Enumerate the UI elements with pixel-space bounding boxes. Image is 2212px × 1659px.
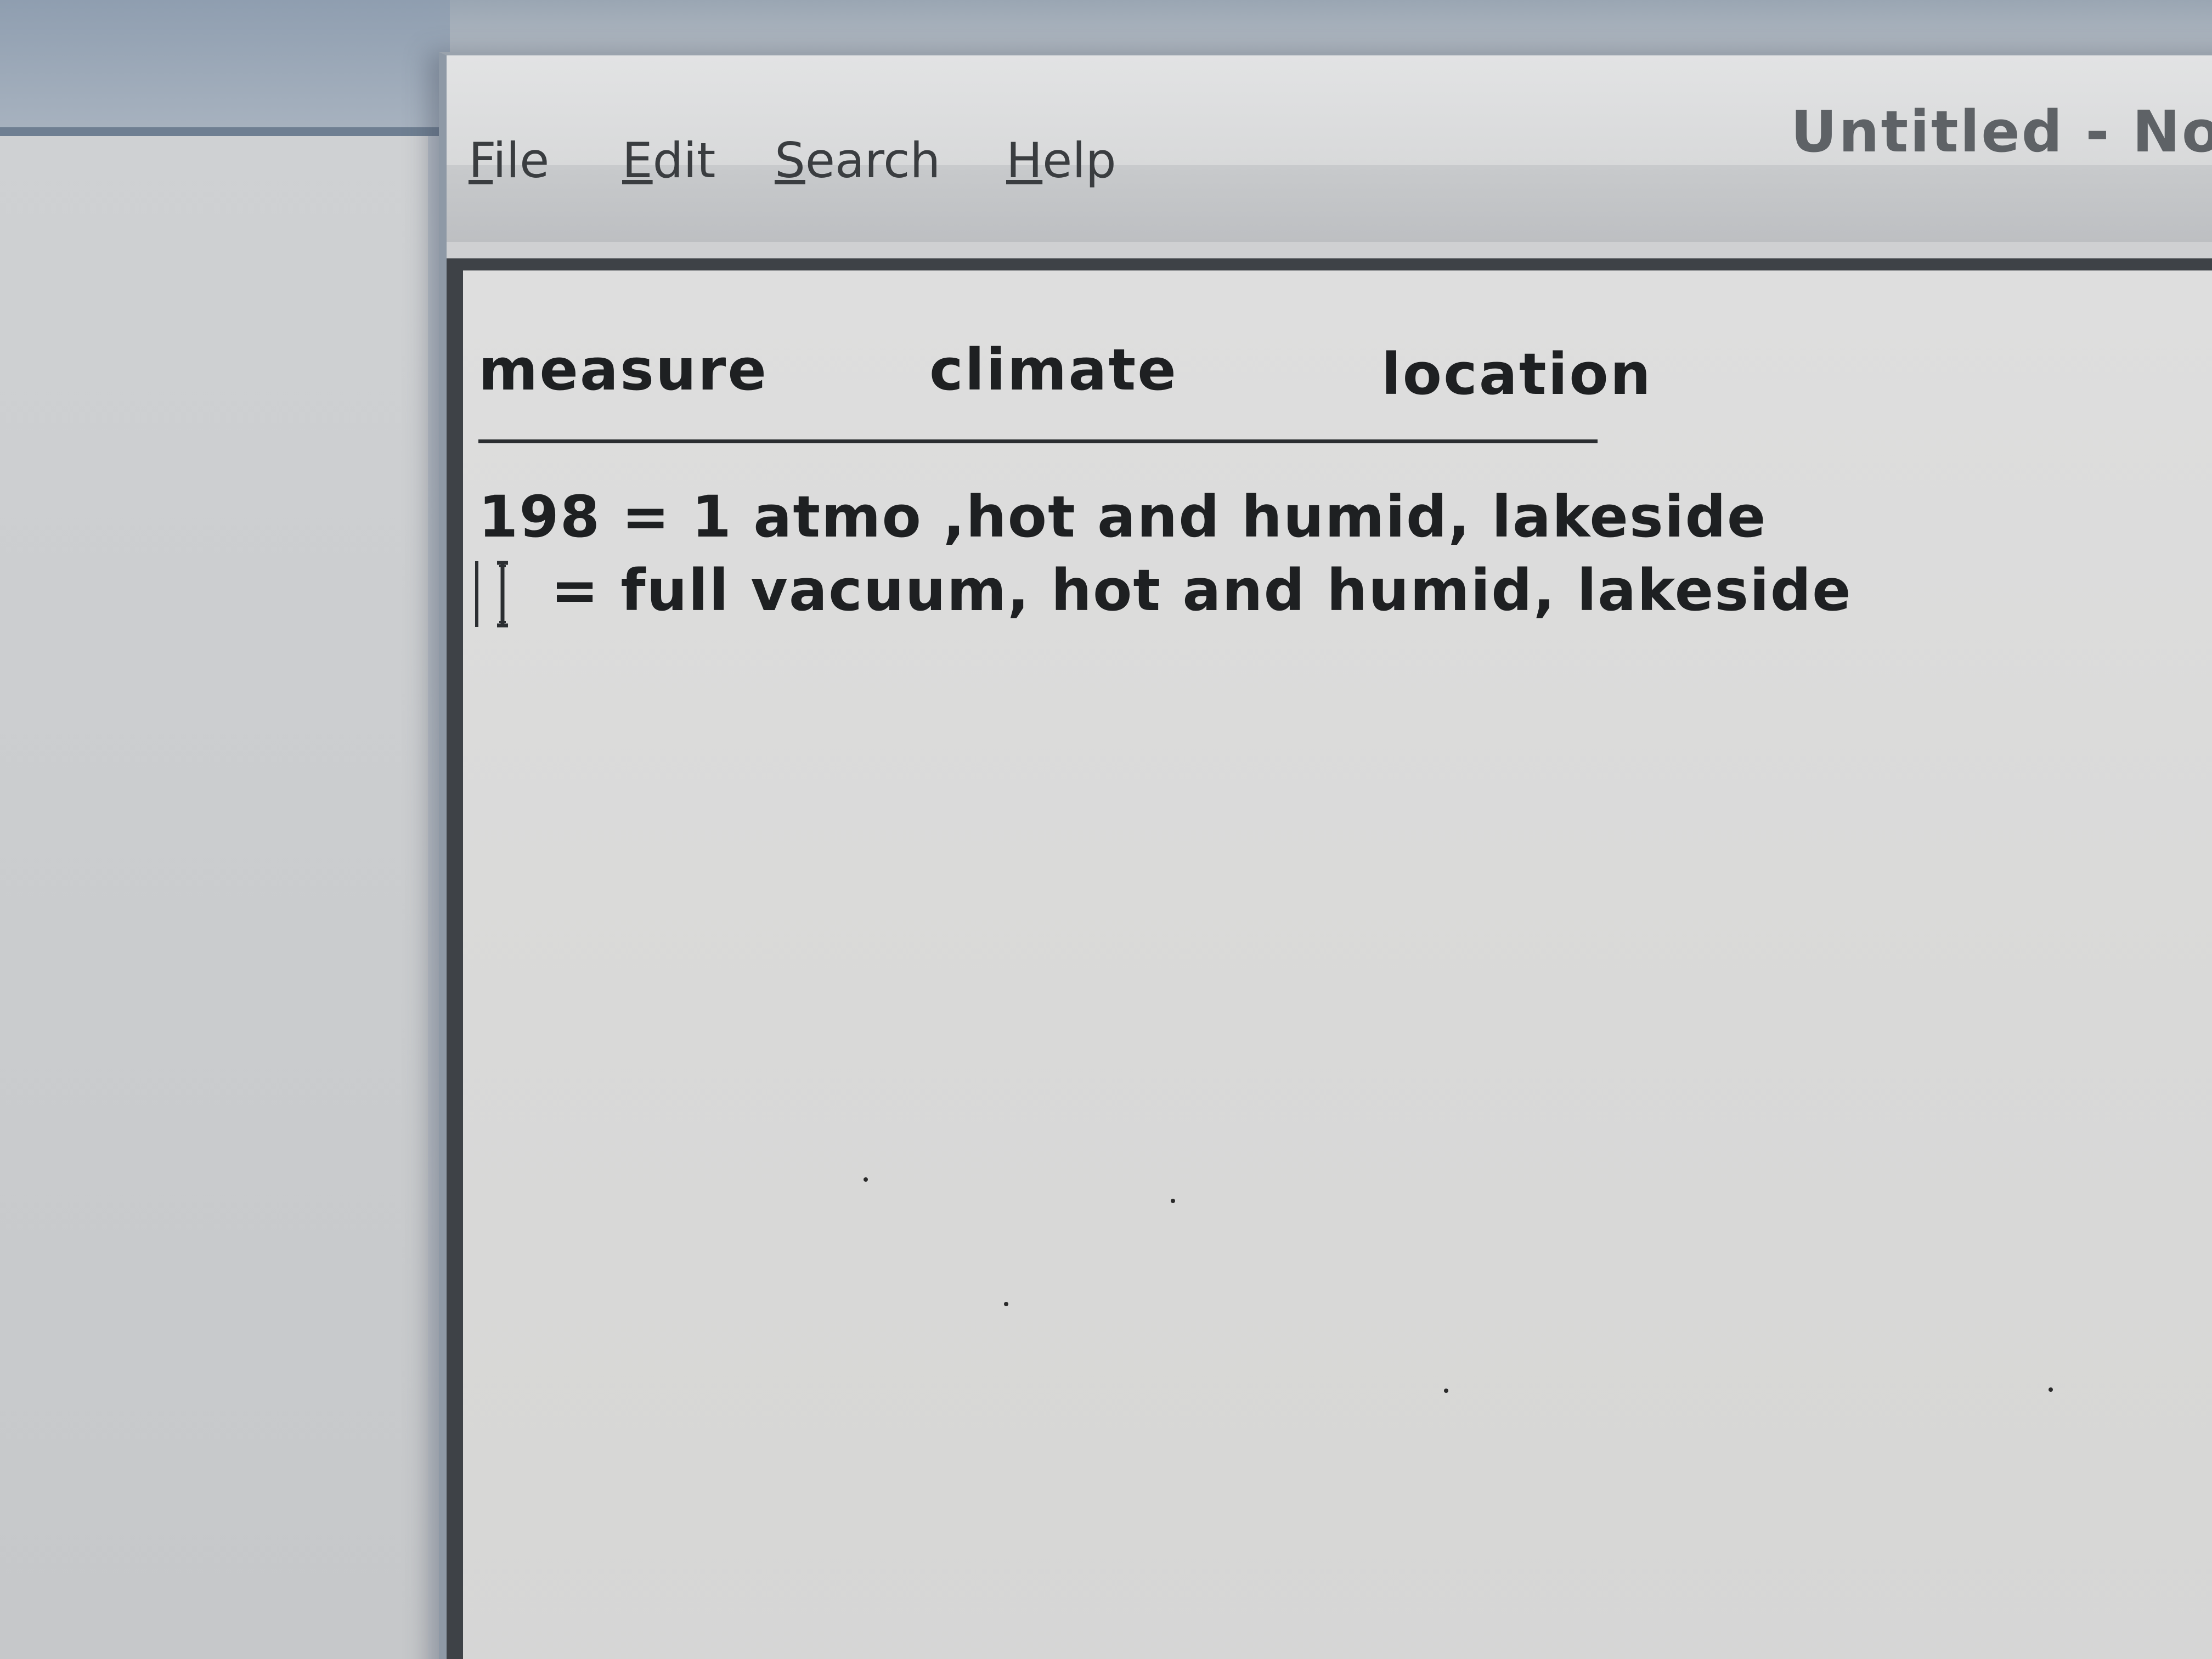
notepad-window: Untitled - Not File Edit Search Help mea… [439,52,2212,1659]
menu-help[interactable]: Help [1006,132,1116,189]
header-climate: climate [929,336,1178,403]
menu-search[interactable]: Search [775,132,940,189]
screen-speck [1004,1302,1008,1306]
menu-file[interactable]: File [469,132,549,189]
screen-speck [1171,1199,1175,1203]
menu-file-accelerator: F [469,132,493,189]
window-title: Untitled - Not [1791,98,2212,165]
text-caret [475,561,478,627]
text-line-1: 198 = 1 atmo ,hot and humid, lakeside [478,483,1767,550]
menu-file-label: ile [493,132,550,189]
menu-help-label: elp [1042,132,1116,189]
background-window[interactable] [0,0,450,1659]
menu-help-accelerator: H [1006,132,1043,189]
screen-speck [864,1177,868,1182]
screen-speck [2049,1387,2053,1392]
menu-search-label: earch [805,132,941,189]
ibeam-cursor-icon [497,561,508,628]
header-location: location [1381,341,1652,408]
background-window-body [0,136,428,1659]
menu-search-accelerator: S [775,132,805,189]
text-edit-area[interactable]: measure climate location 198 = 1 atmo ,h… [463,270,2212,1659]
background-window-titlebar[interactable] [0,0,450,129]
header-separator-line [478,439,1598,443]
screen-speck [1444,1389,1448,1393]
background-window-divider [0,127,450,136]
menu-edit-label: dit [652,132,716,189]
desktop-top-strip [428,0,2212,60]
text-line-2: = full vacuum, hot and humid, lakeside [551,557,1852,624]
desktop-screen: Untitled - Not File Edit Search Help mea… [0,0,2212,1659]
menu-edit-accelerator: E [622,132,653,189]
header-measure: measure [478,336,768,403]
menu-edit[interactable]: Edit [622,132,715,189]
